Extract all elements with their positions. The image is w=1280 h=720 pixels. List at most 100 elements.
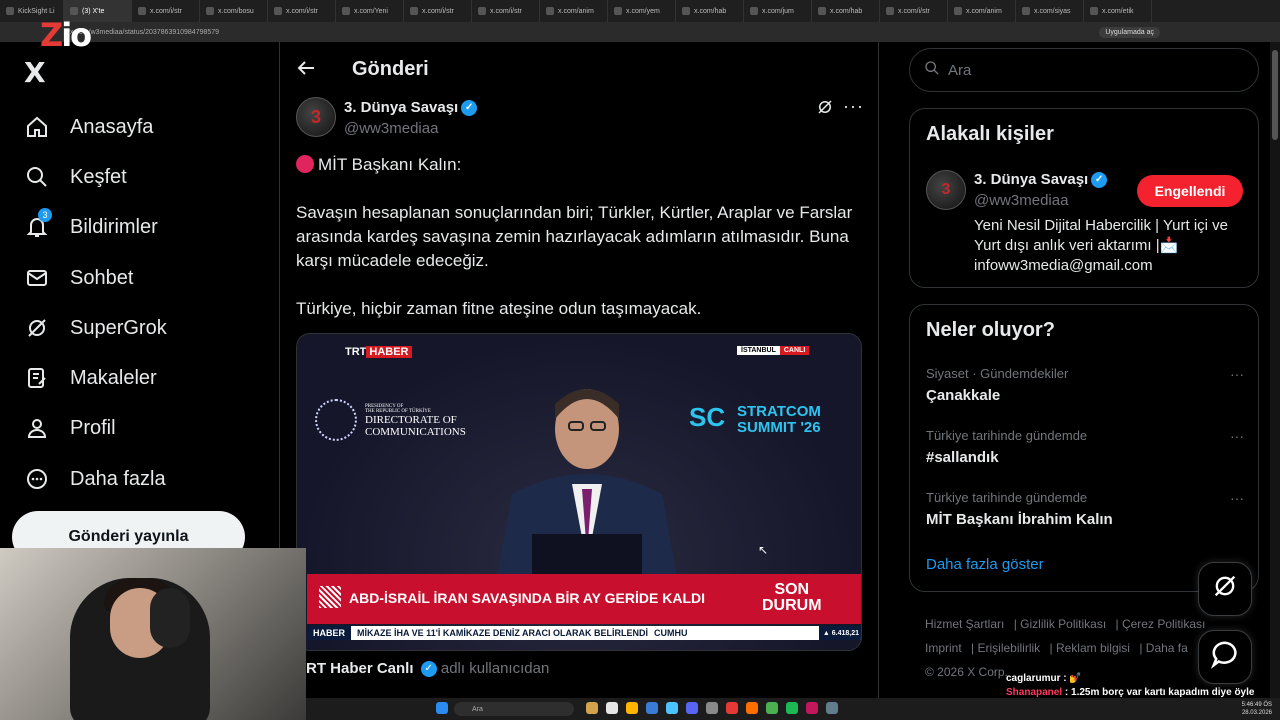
browser-tab[interactable]: x.com/hab (676, 0, 744, 22)
tab-label: x.com/anim (966, 7, 1002, 15)
grok-icon (24, 315, 50, 341)
start-menu-icon[interactable] (436, 702, 448, 714)
tab-favicon-icon (954, 7, 962, 15)
browser-tab-bar: KickSight Li (3) X'te x.com/i/str x.com/bos… (0, 0, 1280, 22)
footer-link[interactable]: Erişilebilirlik (977, 641, 1040, 655)
taskbar-clock[interactable]: 5:46:49 ÖS 28.03.2026 (1242, 701, 1272, 717)
sidebar-item-label: Bildirimler (70, 215, 158, 238)
sidebar-item-explore[interactable]: Keşfet (24, 164, 127, 190)
home-icon (24, 114, 50, 140)
search-input[interactable]: Ara (909, 48, 1259, 92)
browser-tab[interactable]: x.com/jum (744, 0, 812, 22)
app-icon[interactable] (766, 702, 778, 714)
account-name[interactable]: 3. Dünya Savaşı ✓ (974, 171, 1108, 189)
footer-link[interactable]: Hizmet Şartları (925, 617, 1004, 631)
folder-icon[interactable] (626, 702, 638, 714)
live-tag: İSTANBUL CANLI (737, 346, 810, 355)
browser-tab[interactable]: x.com/i/str (132, 0, 200, 22)
browser-tab[interactable]: x.com/etik (1084, 0, 1152, 22)
browser-tab[interactable]: x.com/yem (608, 0, 676, 22)
spotify-icon[interactable] (786, 702, 798, 714)
browser-tab[interactable]: x.com/i/str (880, 0, 948, 22)
author-name[interactable]: 3. Dünya Savaşı ✓ (344, 99, 478, 117)
app-icon[interactable] (826, 702, 838, 714)
more-options-icon[interactable]: ··· (1230, 490, 1244, 506)
sidebar-item-more[interactable]: Daha fazla (24, 466, 166, 492)
browser-icon[interactable] (666, 702, 678, 714)
notification-count-badge: 3 (38, 208, 52, 222)
url-text[interactable]: x.com/w3mediaa/status/203786391098479857… (70, 29, 219, 36)
account-handle[interactable]: @ww3mediaa (974, 192, 1068, 209)
trend-item[interactable]: Türkiye tarihinde gündemde #sallandık ··… (926, 428, 1244, 466)
browser-tab[interactable]: x.com/hab (812, 0, 880, 22)
browser-tab[interactable]: x.com/anim (948, 0, 1016, 22)
qr-code-icon (319, 586, 341, 608)
more-options-icon[interactable]: ··· (1230, 428, 1244, 444)
quoted-source[interactable]: RT Haber Canlı ✓ adlı kullanıcıdan (306, 660, 549, 678)
sidebar-item-profile[interactable]: Profil (24, 415, 116, 441)
browser-tab[interactable]: x.com/i/str (472, 0, 540, 22)
tab-label: x.com/siyas (1034, 7, 1071, 15)
trend-item[interactable]: Siyaset · Gündemdekiler Çanakkale ··· (926, 366, 1244, 404)
browser-tab[interactable]: x.com/Yeni (336, 0, 404, 22)
tab-favicon-icon (206, 7, 214, 15)
mouse-cursor-icon: ↖ (758, 543, 769, 557)
sidebar-item-chat[interactable]: Sohbet (24, 265, 133, 291)
avatar[interactable]: 3 (926, 170, 966, 210)
app-icon[interactable] (706, 702, 718, 714)
author-handle[interactable]: @ww3mediaa (344, 120, 438, 137)
tab-favicon-icon (1090, 7, 1098, 15)
sidebar-item-label: Makaleler (70, 366, 157, 389)
browser-tab[interactable]: x.com/bosu (200, 0, 268, 22)
breaking-tag: SON DURUM (762, 581, 822, 614)
post-heading: MİT Başkanı Kalın: (296, 153, 866, 177)
tab-favicon-icon (750, 7, 758, 15)
footer-link[interactable]: Çerez Politikası (1122, 617, 1205, 631)
browser-tab[interactable]: x.com/i/str (268, 0, 336, 22)
tab-favicon-icon (682, 7, 690, 15)
sidebar-item-label: Daha fazla (70, 467, 166, 490)
browser-tab[interactable]: x.com/i/str (404, 0, 472, 22)
scrollbar[interactable] (1270, 42, 1280, 698)
browser-tab[interactable]: x.com/siyas (1016, 0, 1084, 22)
show-more-link[interactable]: Daha fazla göster (926, 556, 1044, 573)
sidebar-item-supergrok[interactable]: SuperGrok (24, 315, 167, 341)
avatar[interactable]: 3 (296, 97, 336, 137)
sidebar-item-home[interactable]: Anasayfa (24, 114, 153, 140)
taskbar-search[interactable]: Ara (454, 702, 574, 716)
tab-label: x.com/yem (626, 7, 660, 15)
sidebar-item-articles[interactable]: Makaleler (24, 365, 157, 391)
tab-favicon-icon (70, 7, 78, 15)
sidebar-item-notifications[interactable]: 3 Bildirimler (24, 208, 158, 240)
tab-favicon-icon (274, 7, 282, 15)
x-logo[interactable]: X (24, 56, 46, 89)
more-options-icon[interactable]: ··· (1230, 366, 1244, 382)
footer-link[interactable]: Reklam bilgisi (1056, 641, 1130, 655)
mail-icon (24, 265, 50, 291)
app-icon[interactable] (746, 702, 758, 714)
app-icon[interactable] (726, 702, 738, 714)
app-icon[interactable] (606, 702, 618, 714)
browser-tab[interactable]: x.com/anim (540, 0, 608, 22)
tab-label: x.com/i/str (422, 7, 454, 15)
trend-item[interactable]: Türkiye tarihinde gündemde MİT Başkanı İ… (926, 490, 1244, 528)
person-icon (24, 415, 50, 441)
tab-label: x.com/hab (830, 7, 863, 15)
grok-icon[interactable] (816, 98, 834, 121)
app-icon[interactable] (806, 702, 818, 714)
app-icon[interactable] (586, 702, 598, 714)
open-in-app-badge[interactable]: Uygulamada aç (1099, 26, 1160, 38)
blocked-button[interactable]: Engellendi (1137, 175, 1243, 207)
address-bar[interactable]: x.com/w3mediaa/status/203786391098479857… (0, 22, 1280, 42)
footer-link[interactable]: Daha fa (1146, 641, 1188, 655)
discord-icon[interactable] (686, 702, 698, 714)
grok-fab-button[interactable] (1198, 562, 1252, 616)
post-video[interactable]: TRT HABER İSTANBUL CANLI PRESIDENCY OF THE… (296, 333, 862, 651)
footer-link[interactable]: Gizlilik Politikası (1020, 617, 1106, 631)
app-icon[interactable] (646, 702, 658, 714)
more-options-icon[interactable]: ··· (843, 96, 864, 117)
back-arrow-icon[interactable] (296, 58, 316, 84)
sidebar-item-label: SuperGrok (70, 316, 167, 339)
sidebar-item-label: Profil (70, 416, 116, 439)
footer-link[interactable]: Imprint (925, 641, 962, 655)
